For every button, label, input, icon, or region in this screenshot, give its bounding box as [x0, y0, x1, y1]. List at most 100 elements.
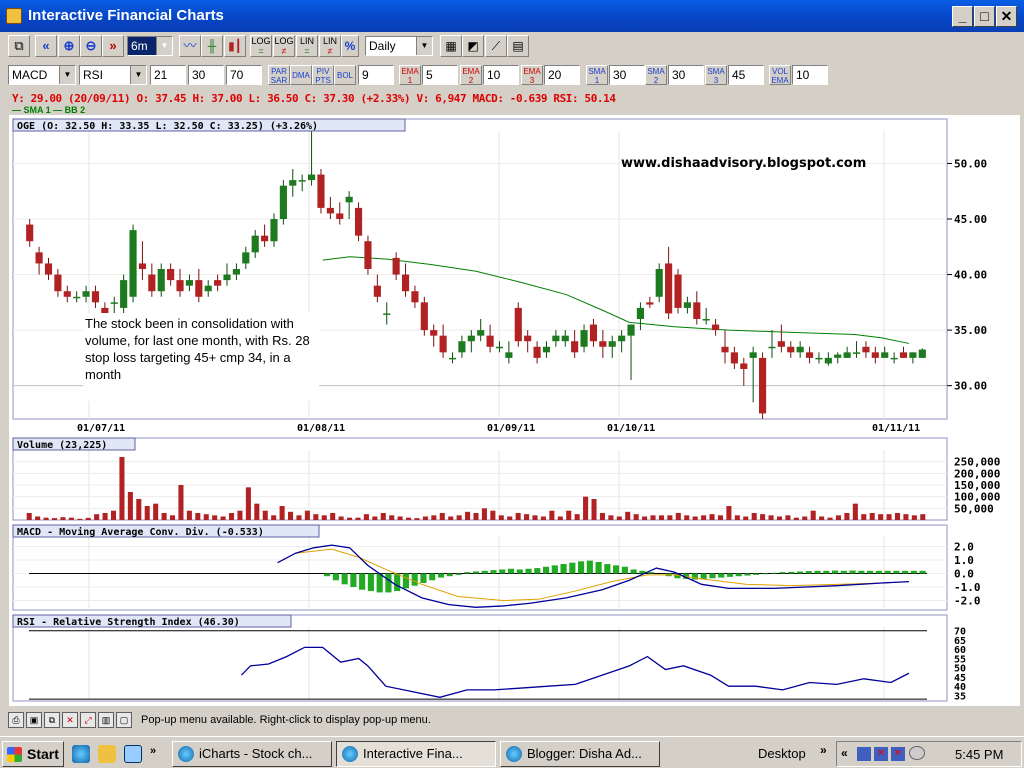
candle-body-30 [308, 174, 316, 181]
tray-expand-icon[interactable]: « [841, 746, 848, 760]
close-button[interactable]: ✕ [996, 6, 1017, 27]
candle-body-52 [514, 307, 522, 342]
ema3-input[interactable]: 20 [544, 65, 580, 85]
candle-body-86 [834, 354, 842, 358]
sma1-button[interactable]: SMA 1 [586, 65, 608, 85]
start-button[interactable]: Start [2, 741, 64, 767]
line-chart-icon[interactable]: 〰 [179, 35, 201, 57]
volume-bar-20 [195, 513, 201, 520]
image-icon[interactable]: ▥ [98, 712, 114, 728]
help-icon[interactable]: ▢ [116, 712, 132, 728]
vol-ema-button[interactable]: VOL EMA [769, 65, 791, 85]
percent-icon[interactable]: % [341, 35, 359, 57]
chevron-down-icon: ▼ [59, 66, 75, 84]
macd-fast-input[interactable]: 21 [150, 65, 186, 85]
messenger-icon[interactable] [909, 746, 925, 760]
candle-body-79 [768, 346, 776, 349]
bollinger-button[interactable]: BOL [334, 65, 356, 85]
volume-bar-69 [608, 515, 614, 520]
frequency-select[interactable]: Daily ▼ [365, 36, 433, 56]
candle-body-62 [608, 341, 616, 347]
chart-area[interactable]: 50.00 45.00 40.00 35.00 30.00 01/07/11 01/08/… [9, 115, 1020, 706]
vol-ema-input[interactable]: 10 [792, 65, 828, 85]
volume-bar-90 [785, 515, 791, 520]
candle-body-10 [120, 280, 128, 308]
task-interactive-charts[interactable]: Interactive Fina... [336, 741, 496, 767]
print-icon[interactable]: ⎙ [8, 712, 24, 728]
task-blogger[interactable]: Blogger: Disha Ad... [500, 741, 660, 767]
task-label: iCharts - Stock ch... [199, 746, 313, 761]
bollinger-input[interactable]: 9 [358, 65, 394, 85]
maximize-button[interactable]: □ [974, 6, 995, 27]
volume-bar-5 [68, 517, 74, 520]
zoom-in-icon[interactable]: ⊕ [58, 35, 80, 57]
save-icon[interactable]: ▣ [26, 712, 42, 728]
scroll-right-icon[interactable]: » [102, 35, 124, 57]
macd-hist-bar-55 [507, 568, 515, 574]
volume-bar-17 [169, 515, 176, 520]
macd-slow-input[interactable]: 30 [188, 65, 224, 85]
task-icharts[interactable]: iCharts - Stock ch... [172, 741, 332, 767]
rsi-y-axis: 7065605550454035 [954, 627, 966, 703]
macd-hist-bar-95 [858, 570, 865, 574]
bar-chart-icon[interactable]: ╫ [201, 35, 223, 57]
export-icon[interactable]: ✕ [62, 712, 78, 728]
ema2-button[interactable]: EMA 2 [460, 65, 482, 85]
date-axis: 01/07/11 01/08/11 01/09/11 01/10/11 01/11/11 [77, 423, 920, 434]
resize-icon[interactable]: ⤢ [80, 712, 96, 728]
par-sar-button[interactable]: PAR SAR [268, 65, 290, 85]
lin-percent-button[interactable]: LIN ≠ [319, 35, 341, 57]
candle-body-39 [392, 257, 400, 275]
dma-button[interactable]: DMA [290, 65, 312, 85]
scroll-left-icon[interactable]: « [35, 35, 57, 57]
sma1-input[interactable]: 30 [609, 65, 645, 85]
sma3-input[interactable]: 45 [728, 65, 764, 85]
macd-signal-input[interactable]: 70 [226, 65, 262, 85]
log-percent-button[interactable]: LOG ≠ [273, 35, 295, 57]
ie-task-icon [342, 746, 358, 762]
network-icon[interactable] [857, 747, 871, 761]
lin-scale-button[interactable]: LIN = [296, 35, 318, 57]
data-table-icon[interactable]: ▤ [507, 35, 529, 57]
desktop-toolbar-label[interactable]: Desktop [758, 746, 806, 761]
sma2-button[interactable]: SMA 2 [645, 65, 667, 85]
minimize-button[interactable]: _ [952, 6, 973, 27]
ema1-button[interactable]: EMA 1 [399, 65, 421, 85]
show-desktop-icon[interactable] [124, 745, 142, 763]
ema3-button[interactable]: EMA 3 [521, 65, 543, 85]
ema2-input[interactable]: 10 [483, 65, 519, 85]
blog-url-annotation: www.dishaadvisory.blogspot.com [621, 156, 866, 171]
chart-settings-icon[interactable]: ▦ [440, 35, 462, 57]
candlestick-icon[interactable]: ▮┃ [224, 35, 246, 57]
folder-icon[interactable] [98, 745, 116, 763]
price-tick-label-3: 35.00 [954, 324, 987, 337]
sma2-input[interactable]: 30 [668, 65, 704, 85]
ema1-input[interactable]: 5 [422, 65, 458, 85]
indicator1-select[interactable]: MACD ▼ [8, 65, 76, 85]
candle-body-49 [486, 335, 494, 347]
popout-icon[interactable]: ⧉ [8, 35, 30, 57]
zoom-out-icon[interactable]: ⊖ [80, 35, 102, 57]
log-scale-button[interactable]: LOG = [250, 35, 272, 57]
compare-chart-icon[interactable]: ⟋ [485, 35, 507, 57]
draw-tools-icon[interactable]: ◩ [462, 35, 484, 57]
copy-icon[interactable]: ⧉ [44, 712, 60, 728]
period-select[interactable]: 6m ▼ [127, 36, 173, 56]
chart-canvas[interactable]: 50.00 45.00 40.00 35.00 30.00 01/07/11 01/08/… [9, 115, 1020, 706]
volume-bar-92 [802, 516, 808, 520]
volume-bar-65 [574, 514, 580, 520]
clock[interactable]: 5:45 PM [955, 747, 1003, 762]
candle-body-95 [918, 349, 926, 358]
quicklaunch-overflow-icon[interactable]: » [150, 745, 162, 763]
pivot-points-button[interactable]: PIV PTS [312, 65, 334, 85]
desktop-overflow-icon[interactable]: » [820, 743, 827, 757]
internet-explorer-icon[interactable] [72, 745, 90, 763]
macd-hist-bar-38 [359, 573, 366, 590]
candle-body-88 [852, 352, 861, 354]
indicator2-select[interactable]: RSI ▼ [79, 65, 147, 85]
network-disconnected-icon-2[interactable]: ✕ [891, 747, 905, 761]
candle-body-6 [82, 291, 90, 297]
sma3-button[interactable]: SMA 3 [705, 65, 727, 85]
network-disconnected-icon[interactable]: ✕ [874, 747, 888, 761]
macd-hist-bar-87 [788, 571, 795, 574]
